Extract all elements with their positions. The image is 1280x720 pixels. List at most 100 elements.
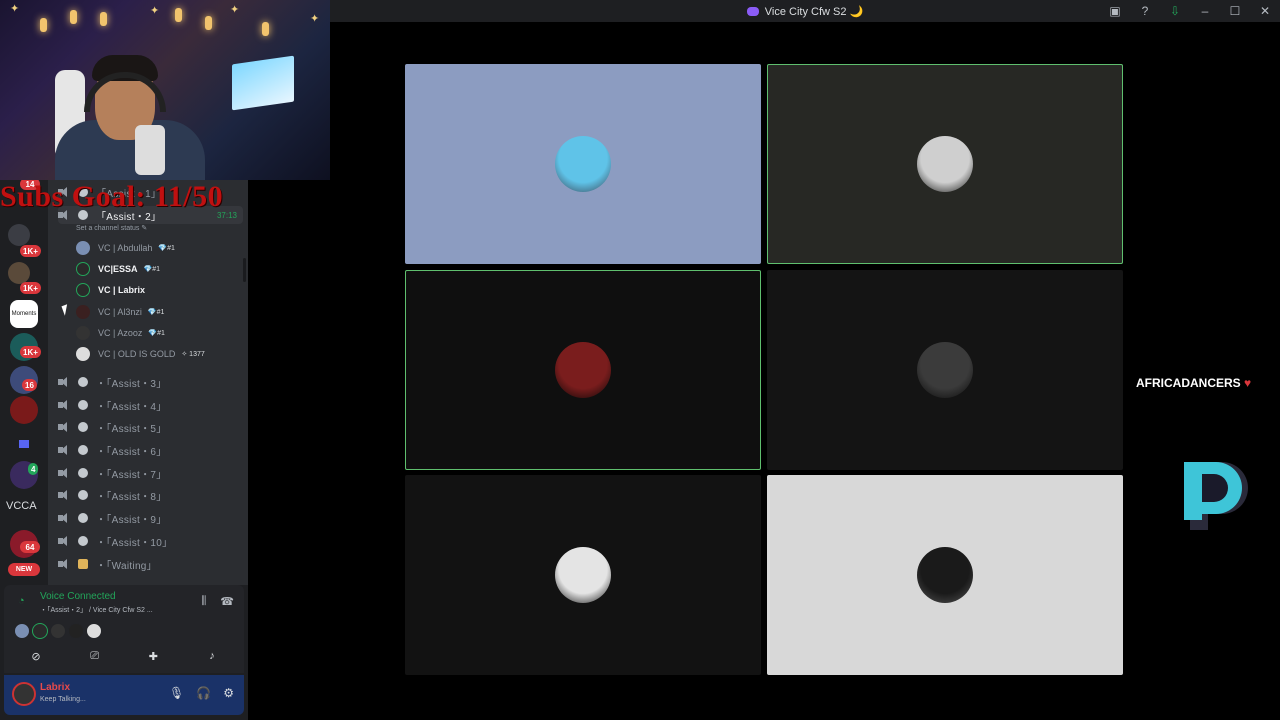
- avatar[interactable]: [32, 623, 48, 639]
- clock-icon: [78, 400, 88, 410]
- voice-channel-assist-8[interactable]: ・「Assist・8」: [58, 486, 243, 504]
- server-icon[interactable]: [8, 224, 30, 246]
- voice-channel-waiting[interactable]: ・「Waiting」: [58, 555, 243, 573]
- server-moments[interactable]: Moments: [10, 300, 38, 328]
- avatar[interactable]: [14, 623, 30, 639]
- voice-member[interactable]: VC|ESSA 💎#1: [76, 260, 236, 278]
- user-panel: Labrix Keep Talking... 🎙 🎧 ⚙: [4, 675, 244, 715]
- folder-icon[interactable]: [10, 430, 38, 458]
- voice-channel-assist-3[interactable]: ・「Assist・3」: [58, 373, 243, 391]
- hourglass-icon: [78, 559, 88, 569]
- speaker-icon: [58, 468, 70, 478]
- voice-participants: [14, 623, 102, 639]
- voice-connected-title[interactable]: Voice Connected: [40, 591, 116, 602]
- user-name[interactable]: Labrix: [40, 682, 70, 693]
- notification-badge: 1K+: [20, 245, 41, 257]
- voice-actions: ⊘ ⎚ ✚ ♪: [12, 647, 236, 665]
- video-tile[interactable]: [767, 270, 1123, 470]
- voice-connected-panel: ◔ Voice Connected ・「Assist・2」 / Vice Cit…: [4, 585, 244, 673]
- p-logo-icon: [1184, 462, 1248, 530]
- video-tile[interactable]: [405, 475, 761, 675]
- voice-member[interactable]: VC | Abdullah 💎#1: [76, 239, 236, 257]
- voice-controls: ⫼ ☎: [201, 595, 234, 608]
- minimize-button[interactable]: –: [1198, 4, 1212, 18]
- voice-channel-assist-10[interactable]: ・「Assist・10」: [58, 532, 243, 550]
- video-tile[interactable]: [767, 475, 1123, 675]
- screen-share-icon[interactable]: ⎚: [71, 647, 119, 665]
- avatar[interactable]: [50, 623, 66, 639]
- video-tile[interactable]: [405, 270, 761, 470]
- window-controls: ▣ ? ⇩ – ☐ ✕: [1108, 0, 1272, 22]
- voice-member[interactable]: VC | OLD IS GOLD ✧ 1377: [76, 345, 236, 363]
- star-decoration-icon: ✦: [10, 3, 20, 15]
- voice-member[interactable]: VC | Al3nzi 💎#1: [76, 303, 236, 321]
- download-icon[interactable]: ⇩: [1168, 4, 1182, 18]
- video-tile[interactable]: [405, 64, 761, 264]
- subs-goal-overlay: Subs Goal: 11/50: [0, 180, 224, 213]
- sponsor-text: AFRICADANCERS: [1136, 376, 1241, 390]
- window-title: Vice City Cfw S2 🌙: [746, 5, 863, 18]
- server-vcca[interactable]: VCCA: [6, 500, 37, 512]
- speaker-icon: [58, 513, 70, 523]
- voice-channel-assist-7[interactable]: ・「Assist・7」: [58, 464, 243, 482]
- speaker-icon: [58, 377, 70, 387]
- user-avatar[interactable]: [12, 682, 36, 706]
- user-controls: 🎙 🎧 ⚙: [169, 686, 234, 700]
- headphones-icon[interactable]: 🎧: [196, 686, 211, 700]
- soundboard-icon[interactable]: ♪: [188, 647, 236, 665]
- speaker-icon: [58, 445, 70, 455]
- settings-gear-icon[interactable]: ⚙: [223, 686, 234, 700]
- activities-icon[interactable]: ✚: [129, 647, 177, 665]
- inbox-icon[interactable]: ▣: [1108, 4, 1122, 18]
- screen: Vice City Cfw S2 🌙 ▣ ? ⇩ – ☐ ✕ ✦ ✦ ✦ ✦ 1…: [0, 0, 1280, 720]
- voice-connected-channel[interactable]: ・「Assist・2」 / Vice City Cfw S2 ...: [40, 605, 153, 615]
- channel-list: 「Assist・1」 「Assist・2」 37:13 Set a channe…: [48, 180, 248, 585]
- participant-avatar: [917, 547, 973, 603]
- lantern-icon: [175, 8, 182, 22]
- microphone: [135, 125, 165, 175]
- participant-avatar: [917, 136, 973, 192]
- help-icon[interactable]: ?: [1138, 4, 1152, 18]
- title-bar: Vice City Cfw S2 🌙 ▣ ? ⇩ – ☐ ✕: [330, 0, 1280, 22]
- avatar: [76, 305, 90, 319]
- server-list: 14 1K+ 1K+ Moments 1K+ 16 4 VCCA 64 NEW: [0, 180, 48, 585]
- lantern-icon: [205, 16, 212, 30]
- server-icon[interactable]: [8, 262, 30, 284]
- participant-avatar: [555, 547, 611, 603]
- avatar: [76, 283, 90, 297]
- voice-channel-assist-6[interactable]: ・「Assist・6」: [58, 441, 243, 459]
- maximize-button[interactable]: ☐: [1228, 4, 1242, 18]
- voice-member[interactable]: VC | Labrix: [76, 281, 236, 299]
- noise-suppression-icon[interactable]: ⫼: [201, 595, 206, 608]
- signal-icon: ◔: [18, 595, 25, 607]
- voice-channel-assist-5[interactable]: ・「Assist・5」: [58, 418, 243, 436]
- participant-avatar: [917, 342, 973, 398]
- speaker-icon: [58, 400, 70, 410]
- video-tile[interactable]: [767, 64, 1123, 264]
- clock-icon: [78, 468, 88, 478]
- speaker-icon: [58, 559, 70, 569]
- avatar[interactable]: [68, 623, 84, 639]
- set-channel-status[interactable]: Set a channel status ✎: [76, 224, 147, 232]
- voice-member[interactable]: VC | Azooz 💎#1: [76, 324, 236, 342]
- server-icon[interactable]: [10, 396, 38, 424]
- lantern-icon: [40, 18, 47, 32]
- clock-icon: [78, 513, 88, 523]
- scrollbar[interactable]: [243, 258, 246, 282]
- star-decoration-icon: ✦: [310, 13, 320, 25]
- lantern-icon: [262, 22, 269, 36]
- avatar[interactable]: [86, 623, 102, 639]
- camera-off-icon[interactable]: ⊘: [12, 647, 60, 665]
- notification-badge: 1K+: [20, 282, 41, 294]
- clock-icon: [78, 422, 88, 432]
- new-badge: NEW: [8, 563, 40, 576]
- speaker-icon: [58, 422, 70, 432]
- voice-channel-assist-9[interactable]: ・「Assist・9」: [58, 509, 243, 527]
- avatar: [76, 326, 90, 340]
- close-button[interactable]: ✕: [1258, 4, 1272, 18]
- disconnect-icon[interactable]: ☎: [220, 595, 234, 608]
- discord-sidebar: 14 1K+ 1K+ Moments 1K+ 16 4 VCCA 64 NEW …: [0, 180, 248, 720]
- microphone-icon[interactable]: 🎙: [169, 686, 184, 700]
- user-status: Keep Talking...: [40, 696, 86, 703]
- voice-channel-assist-4[interactable]: ・「Assist・4」: [58, 396, 243, 414]
